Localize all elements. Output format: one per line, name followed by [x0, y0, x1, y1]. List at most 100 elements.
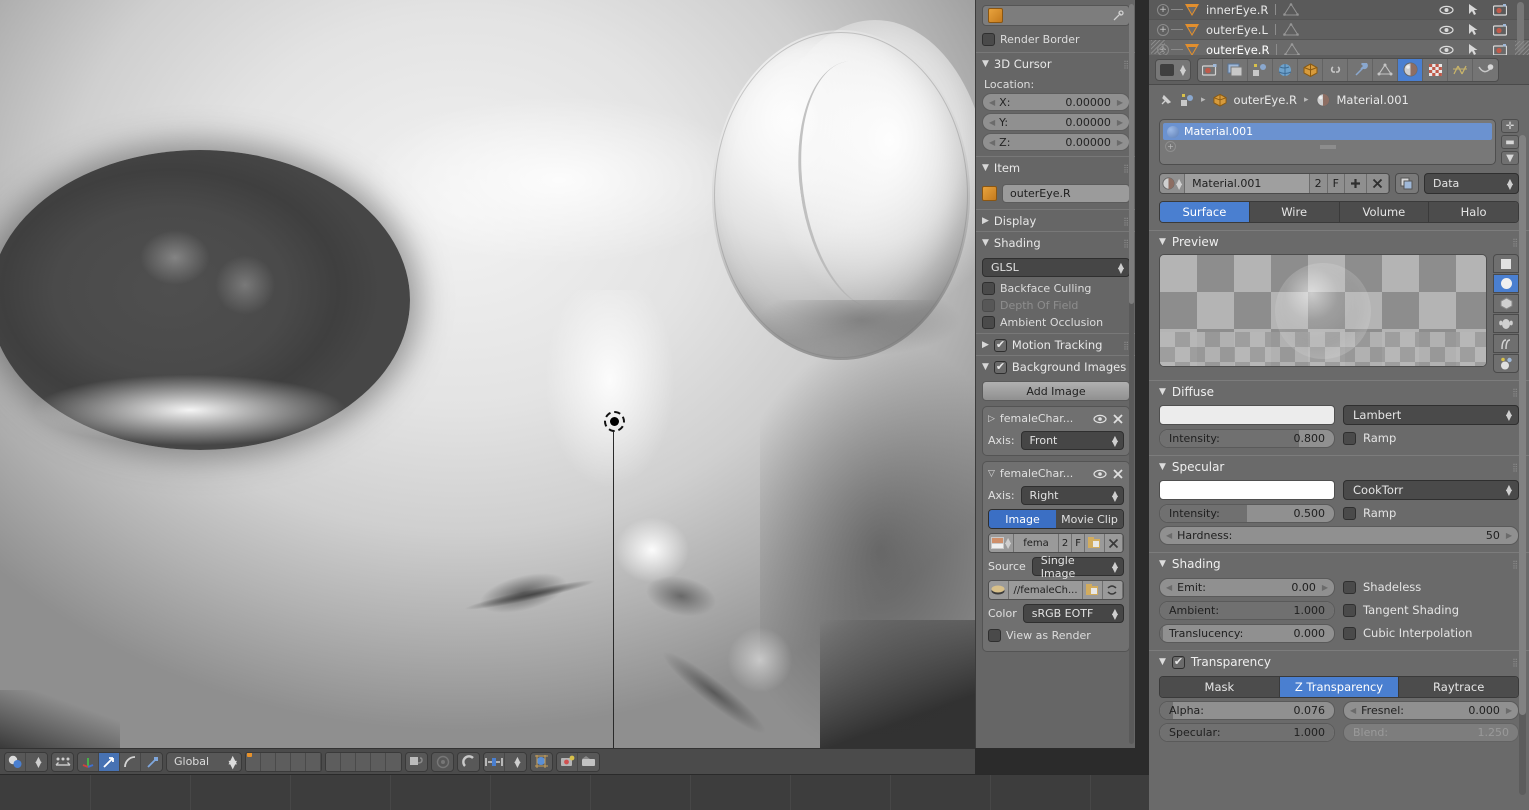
ambient-occlusion-checkbox[interactable] [982, 316, 995, 329]
filepath-row[interactable]: //femaleCh... [988, 580, 1124, 600]
alpha-slider[interactable]: Alpha: 0.076 [1159, 701, 1335, 720]
image-fake-user-button[interactable]: F [1072, 534, 1085, 552]
eye-icon[interactable] [1439, 45, 1454, 55]
render-border-toggle[interactable]: Render Border [982, 33, 1130, 46]
material-slot-row[interactable]: Material.001 [1163, 123, 1492, 140]
view-as-render-checkbox[interactable] [988, 629, 1001, 642]
panel-background-images-header[interactable]: ▼ Background Images [976, 355, 1135, 377]
panel-item-header[interactable]: ▼ Item ⣿ [976, 156, 1135, 178]
view-properties-sidebar[interactable]: Local Camera: Render Border ▼ 3D Cursor … [975, 0, 1135, 748]
outliner-editor[interactable]: + innerEye.R + outerEye.L outerEye.R [1149, 0, 1529, 55]
specular-hardness-slider[interactable]: ◀ Hardness: 50 ▶ [1159, 526, 1519, 545]
scene-link-button[interactable] [405, 751, 428, 772]
tangent-shading-checkbox[interactable] [1343, 603, 1356, 617]
texture-tab[interactable] [1423, 58, 1448, 81]
eye-icon[interactable] [1093, 469, 1107, 479]
slot-list-grip[interactable] [1319, 145, 1336, 149]
chevron-right-icon[interactable]: ▷ [988, 414, 995, 424]
cube-preview-icon[interactable] [1493, 294, 1519, 313]
transform-orientation-dropdown[interactable]: Global ▲ ▼ [166, 751, 242, 772]
breadcrumb-material[interactable]: Material.001 [1337, 93, 1409, 107]
browse-scene-icon[interactable] [1180, 93, 1194, 107]
object-tab[interactable] [1298, 58, 1323, 81]
add-image-button[interactable]: Add Image [982, 381, 1130, 401]
specular-color-swatch[interactable] [1159, 480, 1335, 500]
chevron-down-icon[interactable]: ▽ [988, 469, 995, 479]
material-preview-render[interactable] [1159, 254, 1487, 367]
properties-scrollbar[interactable] [1519, 135, 1526, 795]
eye-icon[interactable] [1439, 25, 1454, 35]
background-image-item-2[interactable]: ▽ femaleChar... Axis: Right ▲ ▼ Image Mo… [982, 461, 1130, 652]
object-mode-icon[interactable] [5, 752, 26, 771]
snap-spinner-icon[interactable]: ▲ ▼ [505, 752, 526, 771]
expand-icon[interactable]: + [1157, 3, 1169, 16]
image-name-field[interactable]: fema [1014, 534, 1059, 552]
specular-intensity-slider[interactable]: Intensity: 0.500 [1159, 503, 1335, 523]
timeline-editor[interactable] [0, 774, 1149, 810]
material-link-dropdown[interactable]: Data ▲ ▼ [1424, 173, 1519, 194]
fresnel-slider[interactable]: ◀ Fresnel: 0.000 ▶ [1343, 701, 1519, 720]
layer-grid-2[interactable] [325, 751, 402, 772]
camera-icon[interactable] [1493, 43, 1507, 55]
tab-movie-clip[interactable]: Movie Clip [1056, 510, 1123, 528]
mesh-data-icon[interactable] [1282, 23, 1299, 36]
outliner-row-outer-eye-l[interactable]: + outerEye.L [1149, 20, 1529, 40]
mesh-data-icon[interactable] [1284, 43, 1301, 55]
panel-motion-tracking-header[interactable]: ▶ Motion Tracking ⣿ [976, 333, 1135, 355]
area-resize-grip[interactable] [1515, 41, 1529, 55]
transparency-checkbox[interactable] [1171, 655, 1185, 669]
snap-element-icon[interactable] [484, 752, 505, 771]
diffuse-intensity-slider[interactable]: Intensity: 0.800 [1159, 428, 1335, 448]
panel-diffuse-header[interactable]: ▼ Diffuse ⣿ [1159, 381, 1519, 402]
material-tab[interactable] [1398, 58, 1423, 81]
properties-context-selector[interactable]: ▲ ▼ [1155, 58, 1191, 81]
snap-element-selector[interactable]: ▲ ▼ [483, 751, 527, 772]
preview-type-buttons[interactable] [1493, 254, 1519, 373]
material-type-tabs[interactable]: Surface Wire Volume Halo [1159, 201, 1519, 223]
material-unlink-button[interactable] [1367, 174, 1389, 193]
image-pack-button[interactable] [1085, 534, 1105, 552]
tab-volume[interactable]: Volume [1339, 202, 1430, 222]
manipulator-scale-icon[interactable] [141, 752, 162, 771]
sidebar-scrollbar[interactable] [1129, 4, 1134, 744]
cursor-arrow-icon[interactable] [1468, 3, 1479, 16]
specular-shader-dropdown[interactable]: CookTorr ▲ ▼ [1343, 480, 1519, 500]
filepath-browse-button[interactable] [1083, 581, 1103, 599]
camera-icon[interactable] [1493, 23, 1507, 36]
panel-material-shading-header[interactable]: ▼ Shading ⣿ [1159, 553, 1519, 574]
ambient-slider[interactable]: Ambient: 1.000 [1159, 600, 1335, 620]
render-animation-icon[interactable] [578, 752, 599, 771]
diffuse-shader-dropdown[interactable]: Lambert ▲ ▼ [1343, 405, 1519, 425]
cursor-arrow-icon[interactable] [1468, 23, 1479, 36]
material-browse-icon[interactable]: ▲ ▼ [1160, 174, 1186, 193]
render-layers-tab[interactable] [1223, 58, 1248, 81]
hair-preview-icon[interactable] [1493, 334, 1519, 353]
panel-3d-cursor-header[interactable]: ▼ 3D Cursor ⣿ [976, 52, 1135, 74]
snap-magnet-icon[interactable] [458, 752, 479, 771]
material-users-count[interactable]: 2 [1309, 174, 1328, 193]
filepath-field[interactable]: //femaleCh... [1009, 581, 1083, 599]
render-tab[interactable] [1198, 58, 1223, 81]
image-datablock-icon[interactable]: ▲ ▼ [989, 534, 1015, 552]
close-icon[interactable] [1112, 468, 1124, 480]
eye-icon[interactable] [1093, 414, 1107, 424]
close-icon[interactable] [1112, 413, 1124, 425]
material-new-button[interactable] [1345, 174, 1367, 193]
emit-slider[interactable]: ◀ Emit: 0.00 ▶ [1159, 577, 1335, 597]
local-camera-field[interactable] [982, 5, 1130, 26]
viewport-shading-selector[interactable] [51, 751, 74, 772]
mesh-data-icon[interactable] [1283, 3, 1300, 16]
transparency-specular-slider[interactable]: Specular: 1.000 [1159, 723, 1335, 742]
tab-surface[interactable]: Surface [1160, 202, 1250, 222]
render-image-icon[interactable] [557, 752, 578, 771]
transparency-method-tabs[interactable]: Mask Z Transparency Raytrace [1159, 676, 1519, 698]
modifiers-tab[interactable] [1348, 58, 1373, 81]
3d-viewport[interactable] [0, 0, 975, 748]
data-tab[interactable] [1373, 58, 1398, 81]
proportional-edit-icon[interactable] [531, 752, 552, 771]
properties-editor[interactable]: ▲ ▼ ▸ outerEye.R ▸ Material.001 Material… [1149, 55, 1529, 810]
shadeless-checkbox[interactable] [1343, 580, 1356, 594]
eye-icon[interactable] [1439, 5, 1454, 15]
particles-tab[interactable] [1448, 58, 1473, 81]
add-slot-inline-icon[interactable]: + [1165, 141, 1176, 152]
